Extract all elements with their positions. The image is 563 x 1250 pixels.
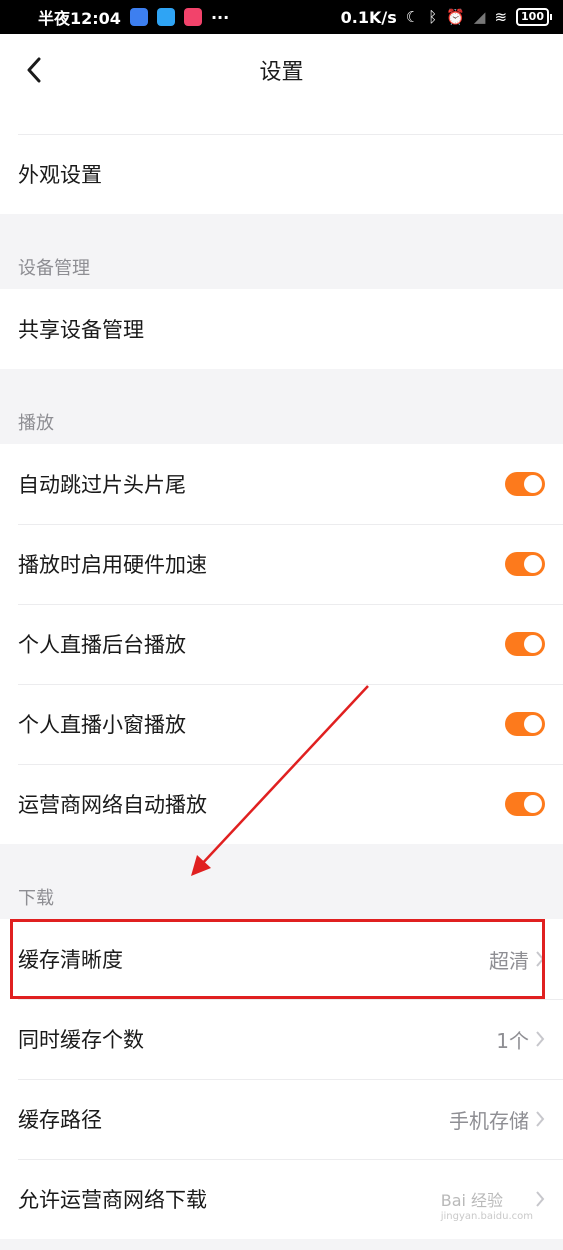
wifi-icon: ≋ — [494, 8, 508, 26]
toggle-knob — [524, 715, 542, 733]
live-mini-window-toggle[interactable] — [505, 712, 545, 736]
carrier-autoplay-label: 运营商网络自动播放 — [18, 793, 207, 817]
live-mini-window-label: 个人直播小窗播放 — [18, 713, 186, 737]
nav-bar: 设置 — [0, 34, 563, 134]
chevron-right-icon — [535, 950, 545, 968]
section-header-device: 设备管理 — [18, 258, 90, 279]
toggle-knob — [524, 475, 542, 493]
bluetooth-icon: ᛒ — [428, 8, 438, 26]
cloud-notification-icon — [156, 8, 175, 26]
cache-path-value: 手机存储 — [449, 1108, 529, 1133]
appearance-settings-row[interactable]: 外观设置 — [0, 134, 563, 214]
auto-skip-intro-label: 自动跳过片头片尾 — [18, 473, 186, 497]
page-title: 设置 — [259, 60, 304, 85]
cache-path-label: 缓存路径 — [18, 1108, 102, 1132]
chevron-right-icon — [535, 1190, 545, 1208]
carrier-autoplay-toggle[interactable] — [505, 792, 545, 816]
watermark: Bai 经验 jingyan.baidu.com — [441, 1187, 533, 1222]
shared-device-management-row[interactable]: 共享设备管理 — [0, 289, 563, 369]
status-bar: 半夜12:04 ··· 0.1K/s ☾ ᛒ ⏰ ◢ ≋ 100 — [0, 0, 563, 34]
auto-skip-intro-row: 自动跳过片头片尾 — [0, 444, 563, 524]
watermark-url: jingyan.baidu.com — [440, 1211, 533, 1222]
concurrent-cache-count-label: 同时缓存个数 — [18, 1028, 144, 1052]
network-speed: 0.1K/s — [340, 7, 397, 27]
auto-skip-intro-toggle[interactable] — [505, 472, 545, 496]
more-notifications-icon: ··· — [210, 7, 230, 27]
moon-icon: ☾ — [405, 8, 420, 26]
hardware-acceleration-row: 播放时启用硬件加速 — [0, 524, 563, 604]
shared-device-management-label: 共享设备管理 — [18, 318, 144, 342]
watermark-text: Bai 经验 — [440, 1191, 504, 1210]
carrier-download-label: 允许运营商网络下载 — [18, 1188, 207, 1212]
toggle-knob — [524, 555, 542, 573]
toggle-knob — [524, 635, 542, 653]
live-background-play-toggle[interactable] — [505, 632, 545, 656]
live-mini-window-row: 个人直播小窗播放 — [0, 684, 563, 764]
concurrent-cache-count-row[interactable]: 同时缓存个数 1个 — [0, 999, 563, 1079]
cache-quality-value: 超清 — [489, 948, 529, 973]
hardware-acceleration-toggle[interactable] — [505, 552, 545, 576]
cache-quality-row[interactable]: 缓存清晰度 超清 — [0, 919, 563, 999]
carrier-autoplay-row: 运营商网络自动播放 — [0, 764, 563, 844]
status-time: 半夜12:04 — [38, 9, 121, 28]
toggle-knob — [524, 795, 542, 813]
live-background-play-row: 个人直播后台播放 — [0, 604, 563, 684]
hardware-acceleration-label: 播放时启用硬件加速 — [18, 553, 207, 577]
alarm-icon: ⏰ — [446, 8, 465, 26]
section-header-download: 下载 — [18, 888, 54, 909]
battery-icon: 100 — [516, 8, 552, 26]
live-background-play-label: 个人直播后台播放 — [18, 633, 186, 657]
signal-icon: ◢ — [473, 8, 486, 26]
cache-path-row[interactable]: 缓存路径 手机存储 — [0, 1079, 563, 1159]
music-notification-icon — [183, 8, 202, 26]
concurrent-cache-count-value: 1个 — [496, 1028, 529, 1053]
chevron-right-icon — [535, 1110, 545, 1128]
chevron-right-icon — [535, 1030, 545, 1048]
app-notification-icon — [129, 8, 148, 26]
appearance-settings-label: 外观设置 — [18, 163, 102, 187]
section-header-playback: 播放 — [18, 413, 54, 434]
cache-quality-label: 缓存清晰度 — [18, 948, 123, 972]
